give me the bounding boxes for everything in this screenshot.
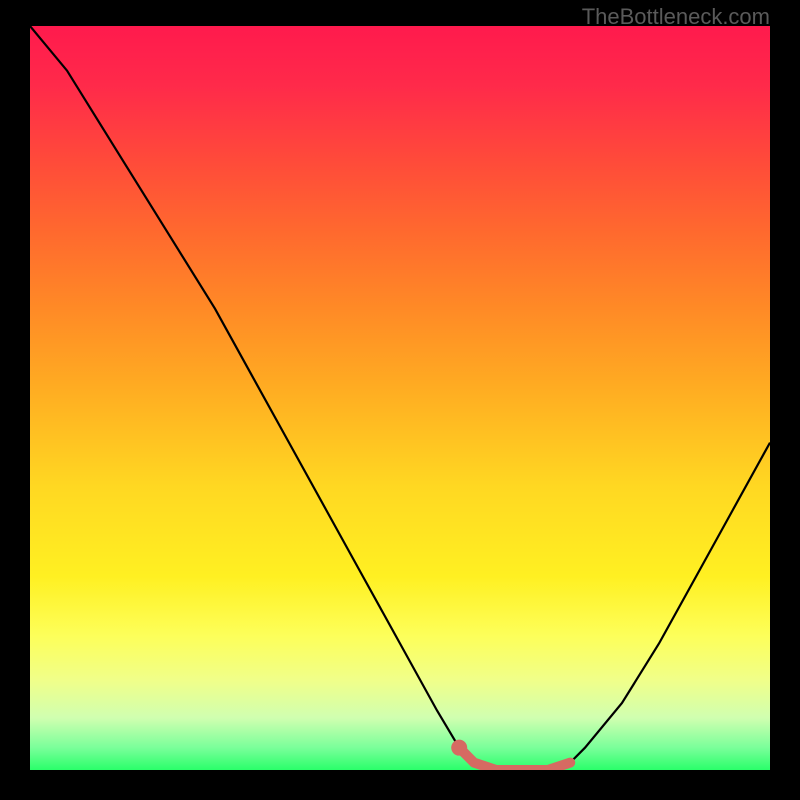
- curve-group: [30, 26, 770, 770]
- highlight-dot: [451, 740, 467, 756]
- chart-svg: [30, 26, 770, 770]
- highlight-segment: [459, 748, 570, 770]
- plot-area: [30, 26, 770, 770]
- watermark-text: TheBottleneck.com: [582, 4, 770, 30]
- chart-container: TheBottleneck.com: [0, 0, 800, 800]
- bottleneck-curve: [30, 26, 770, 770]
